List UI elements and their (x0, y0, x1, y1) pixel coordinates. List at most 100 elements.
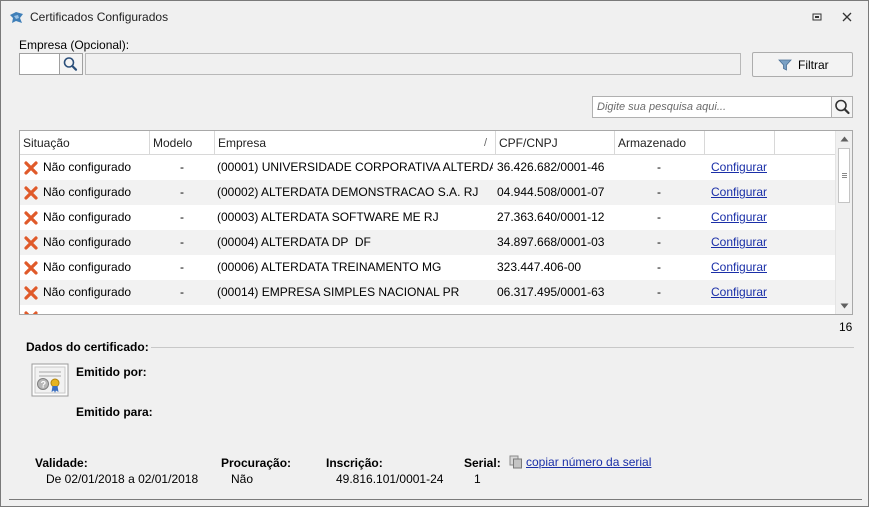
situacao-cell: Não configurado (43, 210, 132, 224)
procuracao-value: Não (231, 472, 254, 486)
modelo-cell: - (180, 185, 184, 199)
serial-value: 1 (474, 472, 481, 486)
modelo-cell: - (180, 210, 184, 224)
emitido-por-label: Emitido por: (76, 365, 147, 379)
app-icon (10, 12, 23, 23)
scroll-up-icon[interactable] (840, 136, 849, 142)
validade-label: Validade: (35, 456, 88, 470)
vertical-scrollbar[interactable] (835, 131, 852, 314)
armazenado-cell: - (657, 210, 661, 224)
grid-header: Situação Modelo Empresa / CPF/CNPJ Armaz… (20, 131, 835, 155)
modelo-cell: - (180, 235, 184, 249)
configurar-link[interactable]: Configurar (711, 205, 767, 230)
table-row[interactable] (20, 305, 835, 314)
configurar-link[interactable]: Configurar (711, 255, 767, 280)
modelo-cell: - (180, 260, 184, 274)
bottom-border (9, 499, 862, 500)
procuracao-label: Procuração: (221, 456, 292, 470)
error-x-icon (24, 211, 38, 225)
configurar-link[interactable]: Configurar (711, 180, 767, 205)
certificate-icon: ? (31, 363, 69, 397)
cnpj-cell: 06.317.495/0001-63 (497, 285, 605, 299)
configurar-link[interactable]: Configurar (711, 280, 767, 305)
table-row[interactable]: Não configurado - (00004) ALTERDATA DP D… (20, 230, 835, 255)
title-bar[interactable]: Certificados Configurados (1, 1, 868, 34)
divider (151, 347, 854, 348)
error-x-icon (24, 261, 38, 275)
error-x-icon (24, 236, 38, 250)
column-header-modelo[interactable]: Modelo (150, 131, 215, 155)
column-header-armazenado[interactable]: Armazenado (615, 131, 705, 155)
configurar-link[interactable]: Configurar (711, 230, 767, 255)
empresa-lookup-button[interactable] (60, 53, 83, 75)
search-icon (63, 57, 78, 71)
filter-button[interactable]: Filtrar (752, 52, 853, 77)
cnpj-cell: 27.363.640/0001-12 (497, 210, 605, 224)
validade-value: De 02/01/2018 a 02/01/2018 (46, 472, 199, 486)
search-icon (835, 99, 850, 115)
error-x-icon (24, 161, 38, 175)
empresa-cell: (00006) ALTERDATA TREINAMENTO MG (217, 260, 442, 274)
search-button[interactable] (831, 96, 853, 118)
error-x-icon (24, 186, 38, 200)
thumb-grip (842, 173, 847, 174)
cnpj-cell: 323.447.406-00 (497, 260, 582, 274)
cnpj-cell: 34.897.668/0001-03 (497, 235, 605, 249)
situacao-cell: Não configurado (43, 260, 132, 274)
empresa-code-input[interactable] (19, 53, 60, 75)
scrollbar-thumb[interactable] (838, 148, 850, 203)
table-row[interactable]: Não configurado - (00006) ALTERDATA TREI… (20, 255, 835, 280)
empresa-name-field (85, 53, 741, 75)
window: Certificados Configurados Empresa (Opcio… (0, 0, 869, 507)
window-title: Certificados Configurados (30, 10, 169, 24)
armazenado-cell: - (657, 235, 661, 249)
certificates-grid[interactable]: Situação Modelo Empresa / CPF/CNPJ Armaz… (19, 130, 853, 315)
column-header-acao[interactable] (705, 131, 775, 155)
close-icon[interactable] (839, 9, 855, 25)
armazenado-cell: - (657, 260, 661, 274)
situacao-cell: Não configurado (43, 185, 132, 199)
copy-icon[interactable] (509, 455, 523, 469)
modelo-cell: - (180, 160, 184, 174)
empresa-cell: (00014) EMPRESA SIMPLES NACIONAL PR (217, 285, 460, 299)
copy-serial-link[interactable]: copiar número da serial (526, 455, 651, 469)
table-row[interactable]: Não configurado - (00001) UNIVERSIDADE C… (20, 155, 835, 180)
search-input[interactable] (592, 96, 832, 118)
inscricao-label: Inscrição: (326, 456, 383, 470)
error-x-icon (24, 286, 38, 300)
svg-text:?: ? (41, 380, 47, 390)
thumb-grip (842, 177, 847, 178)
cnpj-cell: 36.426.682/0001-46 (497, 160, 605, 174)
thumb-grip (842, 175, 847, 176)
situacao-cell: Não configurado (43, 235, 132, 249)
record-count: 16 (839, 320, 853, 334)
restore-icon[interactable] (809, 9, 825, 25)
inscricao-value: 49.816.101/0001-24 (336, 472, 444, 486)
table-row[interactable]: Não configurado - (00003) ALTERDATA SOFT… (20, 205, 835, 230)
column-header-situacao[interactable]: Situação (20, 131, 150, 155)
column-header-empresa[interactable]: Empresa / (215, 131, 496, 155)
empresa-cell: (00002) ALTERDATA DEMONSTRACAO S.A. RJ (217, 185, 479, 199)
emitido-para-label: Emitido para: (76, 405, 153, 419)
serial-label: Serial: (464, 456, 501, 470)
armazenado-cell: - (657, 160, 661, 174)
filter-button-label: Filtrar (798, 58, 829, 72)
table-row[interactable]: Não configurado - (00014) EMPRESA SIMPLE… (20, 280, 835, 305)
armazenado-cell: - (657, 285, 661, 299)
empresa-cell: (00001) UNIVERSIDADE CORPORATIVA ALTERDA… (217, 160, 493, 174)
sort-indicator: / (483, 137, 487, 149)
empresa-cell: (00003) ALTERDATA SOFTWARE ME RJ (217, 210, 439, 224)
filter-icon (778, 59, 792, 71)
empresa-label: Empresa (Opcional): (19, 38, 130, 52)
column-header-cnpj[interactable]: CPF/CNPJ (496, 131, 615, 155)
column-header-empresa-label: Empresa (218, 136, 267, 150)
scroll-down-icon[interactable] (840, 303, 849, 309)
armazenado-cell: - (657, 185, 661, 199)
situacao-cell: Não configurado (43, 160, 132, 174)
error-x-icon (24, 311, 38, 314)
cnpj-cell: 04.944.508/0001-07 (497, 185, 605, 199)
section-title: Dados do certificado: (26, 340, 149, 354)
empresa-cell: (00004) ALTERDATA DP DF (217, 235, 371, 249)
configurar-link[interactable]: Configurar (711, 155, 767, 180)
table-row[interactable]: Não configurado - (00002) ALTERDATA DEMO… (20, 180, 835, 205)
